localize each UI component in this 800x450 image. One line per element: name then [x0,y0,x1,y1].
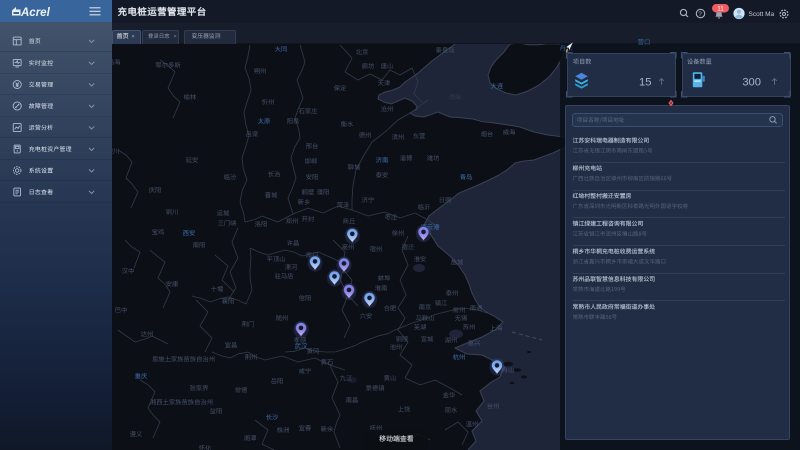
svg-text:×: × [132,34,135,40]
svg-text:?: ? [698,11,702,18]
svg-text:×: × [174,34,177,40]
svg-text:300: 300 [742,77,761,89]
svg-text:11: 11 [717,6,724,13]
svg-text:15: 15 [639,77,651,89]
svg-text:Scott Ma: Scott Ma [749,11,775,18]
svg-text:Acrel: Acrel [20,7,51,19]
